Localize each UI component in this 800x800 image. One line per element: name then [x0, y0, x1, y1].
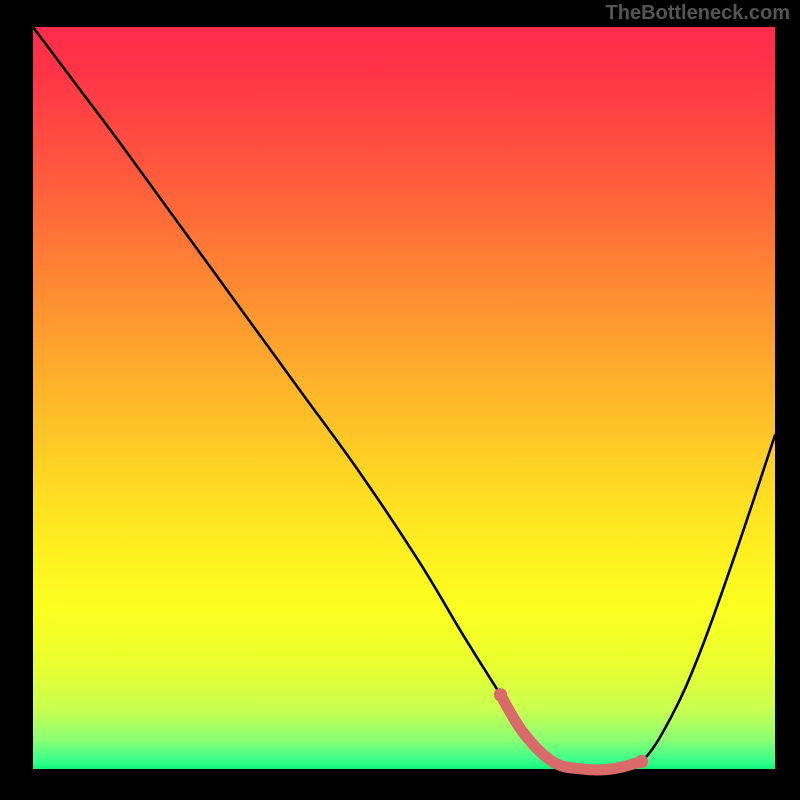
chart-root: TheBottleneck.com — [0, 0, 800, 800]
curve-layer — [33, 27, 775, 769]
watermark-text: TheBottleneck.com — [606, 2, 790, 25]
plot-area — [33, 27, 775, 769]
bottleneck-curve — [33, 27, 775, 770]
optimal-band-start-dot — [494, 688, 507, 701]
optimal-band-end-dot — [635, 755, 648, 768]
optimal-band-curve — [500, 695, 641, 770]
